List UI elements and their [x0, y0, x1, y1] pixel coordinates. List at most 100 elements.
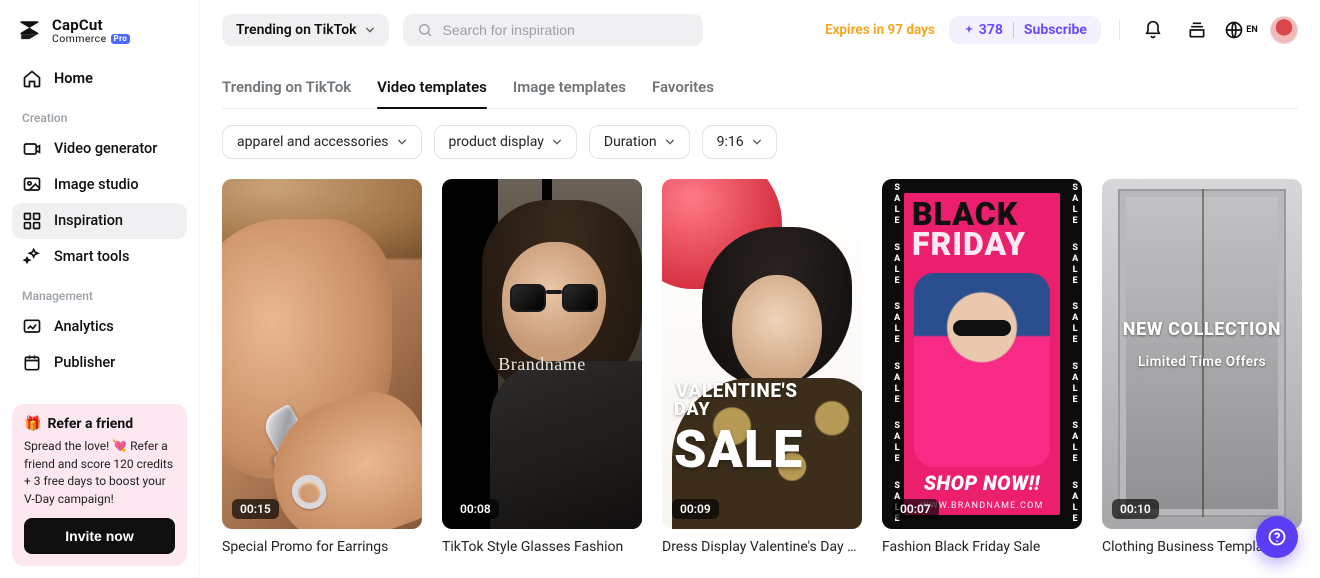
overlay-line2: DAY [674, 399, 711, 420]
filter-duration[interactable]: Duration [589, 125, 690, 159]
logo-text-bottom: Commerce [52, 34, 107, 45]
logo-text-top: CapCut [52, 18, 130, 33]
template-card[interactable]: 00:15 Special Promo for Earrings [222, 179, 422, 555]
expires-label: Expires in 97 days [825, 22, 935, 38]
template-thumbnail: VALENTINE'S DAY SALE 00:09 [662, 179, 862, 529]
filter-label: Duration [604, 134, 657, 150]
duration-badge: 00:15 [232, 499, 279, 519]
invite-button[interactable]: Invite now [24, 518, 175, 554]
sidebar-item-video-generator[interactable]: Video generator [12, 131, 187, 167]
trending-dropdown-label: Trending on TikTok [236, 22, 357, 38]
credits-subscribe[interactable]: 378 Subscribe [949, 16, 1101, 44]
analytics-icon [22, 317, 42, 337]
publisher-icon [22, 353, 42, 373]
template-card[interactable]: SALESALESALESALESALESALE SALESALESALESAL… [882, 179, 1082, 555]
bell-icon [1143, 20, 1163, 40]
image-studio-icon [22, 175, 42, 195]
sidebar-item-label: Analytics [54, 318, 114, 335]
tabs: Trending on TikTok Video templates Image… [222, 68, 1298, 109]
tab-video-templates[interactable]: Video templates [377, 68, 487, 108]
tab-image-templates[interactable]: Image templates [513, 68, 626, 108]
credits-amount: 378 [979, 22, 1003, 38]
library-button[interactable] [1182, 15, 1212, 45]
template-card[interactable]: NEW COLLECTION Limited Time Offers 00:10… [1102, 179, 1302, 555]
sidebar-item-label: Inspiration [54, 212, 123, 229]
sidebar-item-label: Smart tools [54, 248, 129, 265]
duration-badge: 00:10 [1112, 499, 1159, 519]
search-input[interactable] [443, 22, 689, 38]
filter-label: 9:16 [717, 134, 744, 150]
sidebar: CapCut Commerce Pro Home Creation Video … [0, 0, 200, 578]
overlay-friday: FRIDAY [904, 229, 1060, 259]
chevron-down-icon [397, 137, 407, 147]
duration-badge: 00:07 [892, 499, 939, 519]
main: Trending on TikTok Expires in 97 days [200, 0, 1320, 578]
tab-trending[interactable]: Trending on TikTok [222, 68, 351, 108]
template-title: TikTok Style Glasses Fashion [442, 539, 642, 555]
template-title: Fashion Black Friday Sale [882, 539, 1082, 555]
library-icon [1187, 20, 1207, 40]
smart-tools-icon [22, 247, 42, 267]
refer-title: Refer a friend [47, 416, 133, 432]
sidebar-item-label: Image studio [54, 176, 139, 193]
trending-dropdown[interactable]: Trending on TikTok [222, 14, 389, 46]
chevron-down-icon [365, 25, 375, 35]
filter-aspect[interactable]: 9:16 [702, 125, 777, 159]
sidebar-item-smart-tools[interactable]: Smart tools [12, 239, 187, 275]
chevron-down-icon [665, 137, 675, 147]
template-thumbnail: SALESALESALESALESALESALE SALESALESALESAL… [882, 179, 1082, 529]
sidebar-section-creation: Creation [12, 97, 187, 131]
template-thumbnail: NEW COLLECTION Limited Time Offers 00:10 [1102, 179, 1302, 529]
overlay-title: NEW COLLECTION [1102, 319, 1302, 340]
help-button[interactable] [1256, 516, 1298, 558]
template-title: Special Promo for Earrings [222, 539, 422, 555]
template-thumbnail: 00:15 [222, 179, 422, 529]
notifications-button[interactable] [1138, 15, 1168, 45]
avatar[interactable] [1270, 16, 1298, 44]
language-code: EN [1246, 25, 1257, 35]
template-thumbnail: Brandname 00:08 [442, 179, 642, 529]
filter-layout[interactable]: product display [434, 125, 577, 159]
template-card[interactable]: VALENTINE'S DAY SALE 00:09 Dress Display… [662, 179, 862, 555]
globe-icon [1224, 20, 1244, 40]
language-button[interactable]: EN [1226, 15, 1256, 45]
search-field[interactable] [403, 14, 703, 46]
sparkle-icon [963, 24, 975, 36]
chevron-down-icon [552, 137, 562, 147]
duration-badge: 00:09 [672, 499, 719, 519]
sidebar-item-image-studio[interactable]: Image studio [12, 167, 187, 203]
duration-badge: 00:08 [452, 499, 499, 519]
search-icon [417, 22, 433, 38]
sidebar-item-home[interactable]: Home [12, 61, 187, 97]
template-title: Dress Display Valentine's Day Sale [662, 539, 862, 555]
subscribe-label: Subscribe [1024, 22, 1087, 38]
template-card[interactable]: Brandname 00:08 TikTok Style Glasses Fas… [442, 179, 642, 555]
home-icon [22, 69, 42, 89]
sidebar-item-publisher[interactable]: Publisher [12, 345, 187, 381]
refer-body: Spread the love! 💘 Refer a friend and sc… [24, 438, 175, 508]
video-generator-icon [22, 139, 42, 159]
overlay-sale-strip: SALESALESALESALESALESALE [1062, 179, 1080, 529]
refer-card: 🎁 Refer a friend Spread the love! 💘 Refe… [12, 404, 187, 566]
overlay-brandname: Brandname [442, 354, 642, 375]
capcut-logo-icon [18, 18, 44, 44]
overlay-black: BLACK [904, 193, 1060, 229]
sidebar-item-inspiration[interactable]: Inspiration [12, 203, 187, 239]
filter-label: product display [449, 134, 544, 150]
sidebar-item-analytics[interactable]: Analytics [12, 309, 187, 345]
filter-label: apparel and accessories [237, 134, 389, 150]
logo[interactable]: CapCut Commerce Pro [12, 14, 187, 61]
filter-category[interactable]: apparel and accessories [222, 125, 422, 159]
topbar: Trending on TikTok Expires in 97 days [222, 14, 1298, 46]
pro-badge: Pro [111, 34, 131, 44]
sidebar-item-label: Video generator [54, 140, 157, 157]
tab-favorites[interactable]: Favorites [652, 68, 714, 108]
overlay-sub: Limited Time Offers [1102, 354, 1302, 370]
overlay-sale: SALE [674, 419, 803, 480]
overlay-sale-strip: SALESALESALESALESALESALE [884, 179, 902, 529]
chevron-down-icon [752, 137, 762, 147]
inspiration-icon [22, 211, 42, 231]
filters: apparel and accessories product display … [222, 125, 1298, 159]
overlay-subtitle: DONT MISS OUT [882, 179, 1082, 180]
sidebar-section-management: Management [12, 275, 187, 309]
